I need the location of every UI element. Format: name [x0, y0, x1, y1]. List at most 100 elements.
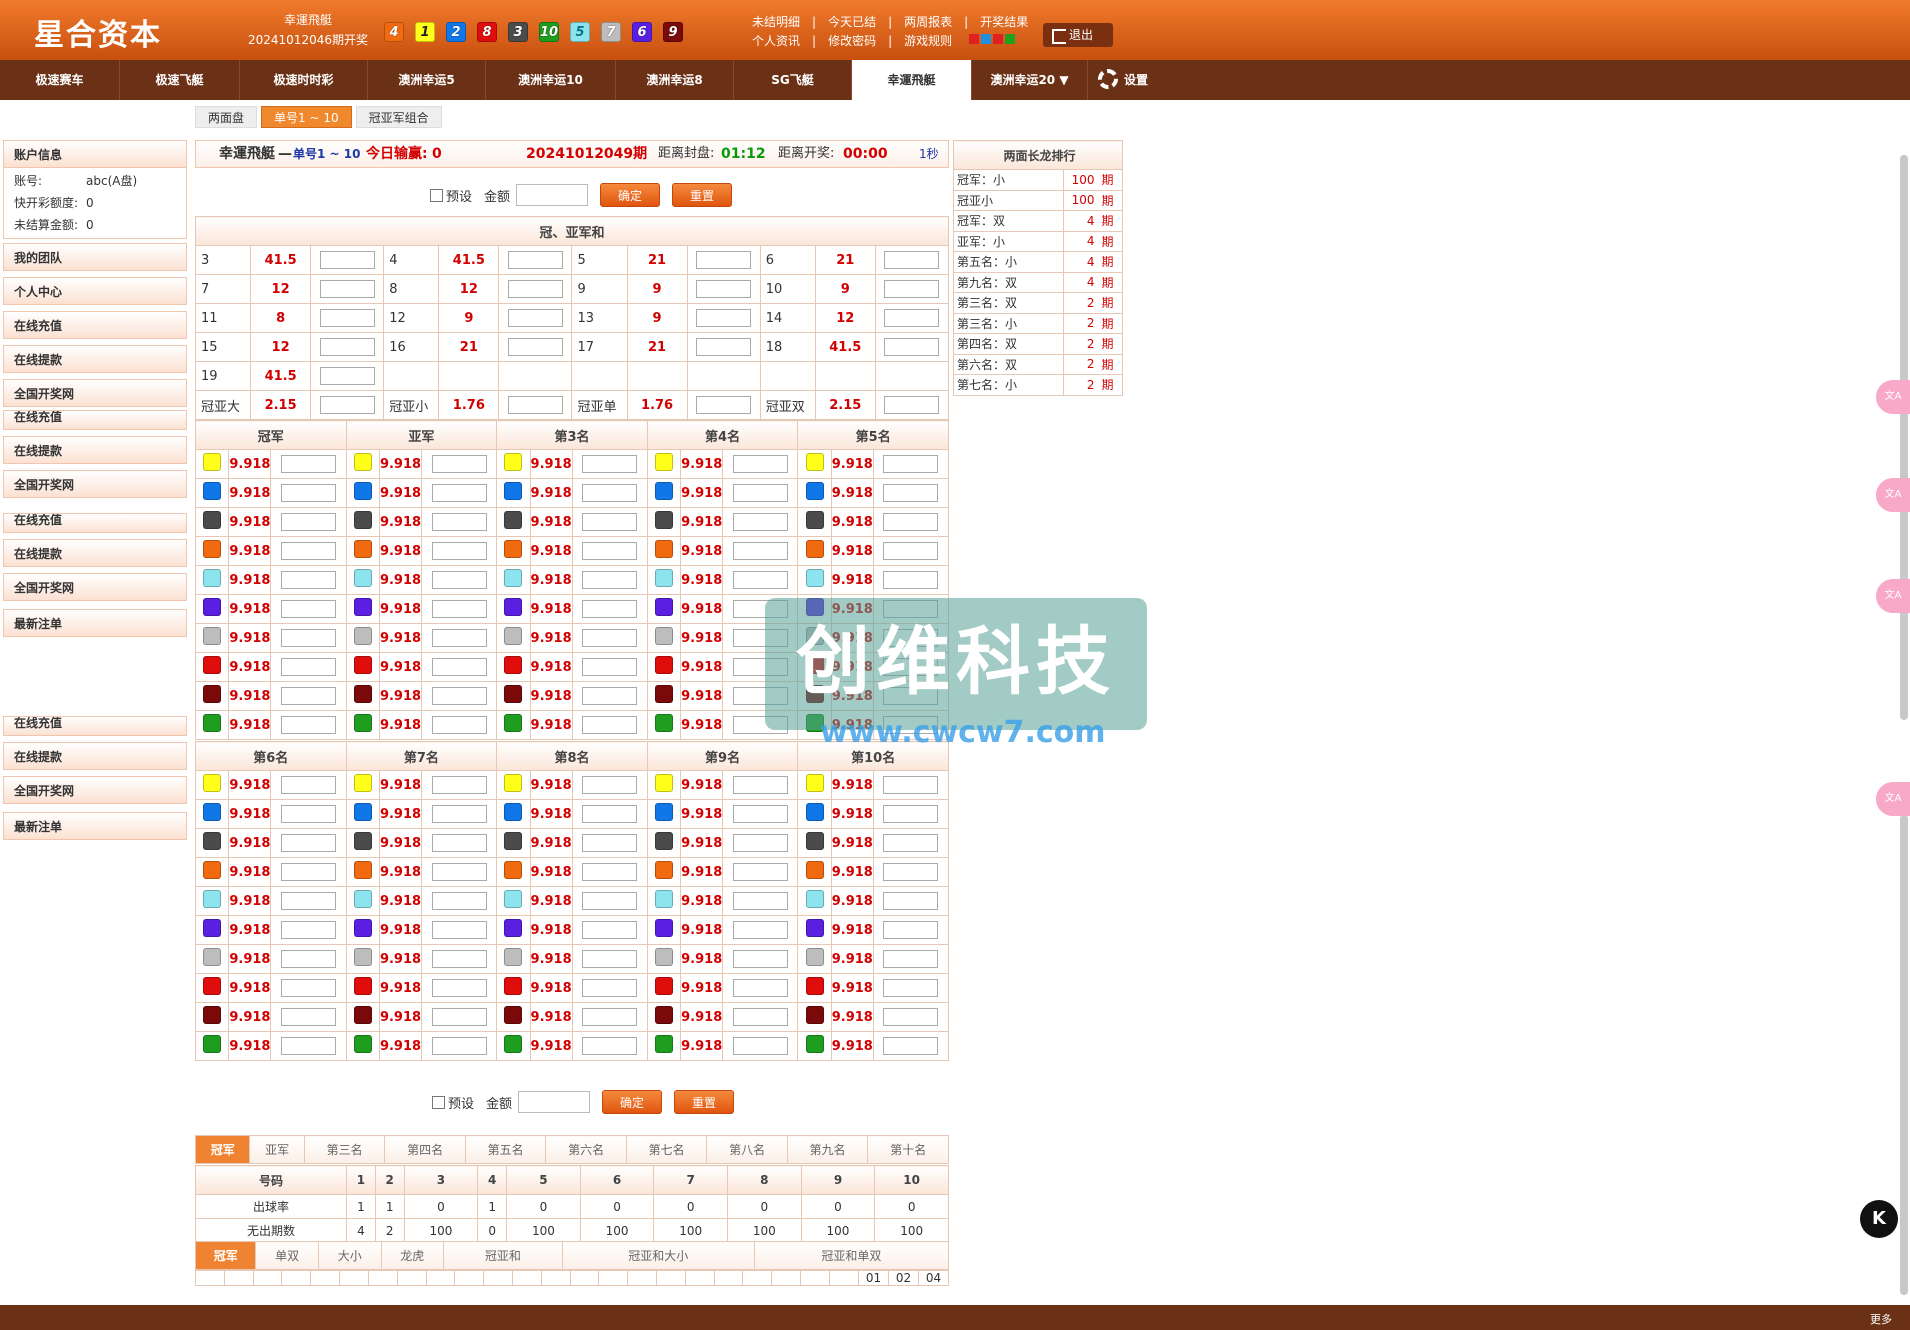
- bet-input[interactable]: [319, 251, 375, 269]
- nav-tab[interactable]: 极速飞艇: [120, 60, 240, 100]
- bet-input[interactable]: [884, 338, 940, 356]
- bet-input[interactable]: [431, 863, 487, 881]
- bet-input[interactable]: [431, 776, 487, 794]
- sidebar-item[interactable]: 在线充值: [3, 513, 187, 533]
- sidebar-item[interactable]: 最新注单: [3, 812, 187, 840]
- sidebar-item[interactable]: 在线充值: [3, 716, 187, 736]
- bet-input[interactable]: [431, 950, 487, 968]
- bet-input[interactable]: [582, 455, 638, 473]
- bet-input[interactable]: [431, 513, 487, 531]
- bet-input[interactable]: [582, 542, 638, 560]
- bet-input[interactable]: [431, 834, 487, 852]
- top-link[interactable]: 修改密码: [828, 32, 876, 51]
- sidebar-item[interactable]: 全国开奖网: [3, 776, 187, 804]
- bet-input[interactable]: [696, 396, 752, 414]
- bet-input[interactable]: [883, 455, 939, 473]
- bet-input[interactable]: [281, 950, 337, 968]
- nav-tab[interactable]: 极速赛车: [0, 60, 120, 100]
- bet-input[interactable]: [431, 629, 487, 647]
- bet-input[interactable]: [431, 921, 487, 939]
- bet-input[interactable]: [732, 513, 788, 531]
- bet-input[interactable]: [582, 571, 638, 589]
- bet-input[interactable]: [319, 338, 375, 356]
- bet-input[interactable]: [281, 629, 337, 647]
- bet-input[interactable]: [732, 1037, 788, 1055]
- bet-input[interactable]: [884, 309, 940, 327]
- sidebar-item[interactable]: 在线提款: [3, 742, 187, 770]
- bet-input[interactable]: [732, 950, 788, 968]
- bet-input[interactable]: [507, 251, 563, 269]
- bet-input[interactable]: [431, 716, 487, 734]
- bet-input[interactable]: [884, 251, 940, 269]
- bet-input[interactable]: [431, 600, 487, 618]
- bet-input[interactable]: [507, 338, 563, 356]
- sidebar-item[interactable]: 在线充值: [3, 311, 187, 339]
- bet-input[interactable]: [582, 513, 638, 531]
- bet-input[interactable]: [431, 571, 487, 589]
- translate-icon[interactable]: 文A: [1876, 782, 1910, 816]
- bet-input[interactable]: [883, 950, 939, 968]
- stats-tab[interactable]: 第六名: [545, 1135, 627, 1164]
- bet-input[interactable]: [883, 542, 939, 560]
- top-link[interactable]: 游戏规则: [904, 32, 952, 51]
- nav-tab[interactable]: 澳洲幸运8: [616, 60, 734, 100]
- bet-input[interactable]: [582, 716, 638, 734]
- bet-input[interactable]: [582, 921, 638, 939]
- bet-input[interactable]: [281, 542, 337, 560]
- stats-type-tab[interactable]: 单双: [255, 1241, 319, 1270]
- bet-input[interactable]: [319, 280, 375, 298]
- bet-input[interactable]: [732, 571, 788, 589]
- translate-icon[interactable]: 文A: [1876, 478, 1910, 512]
- top-link[interactable]: 今天已结: [828, 13, 876, 32]
- bet-input[interactable]: [281, 658, 337, 676]
- sidebar-item[interactable]: 在线提款: [3, 539, 187, 567]
- stats-type-tab[interactable]: 龙虎: [380, 1241, 445, 1270]
- bet-input[interactable]: [319, 309, 375, 327]
- bet-input[interactable]: [281, 921, 337, 939]
- bet-input[interactable]: [431, 542, 487, 560]
- bet-input[interactable]: [883, 1008, 939, 1026]
- stats-type-tab[interactable]: 冠亚和大小: [561, 1241, 755, 1270]
- bet-input[interactable]: [884, 396, 940, 414]
- bet-input[interactable]: [582, 863, 638, 881]
- bet-input[interactable]: [582, 687, 638, 705]
- stats-type-tab[interactable]: 冠军: [194, 1241, 257, 1270]
- bet-input[interactable]: [582, 979, 638, 997]
- stats-tab[interactable]: 第三名: [303, 1135, 386, 1164]
- sidebar-item[interactable]: 最新注单: [3, 609, 187, 637]
- bet-input[interactable]: [732, 979, 788, 997]
- sidebar-item[interactable]: 全国开奖网: [3, 573, 187, 601]
- bet-input[interactable]: [281, 776, 337, 794]
- bet-input[interactable]: [281, 834, 337, 852]
- nav-tab[interactable]: 幸運飛艇: [852, 60, 972, 100]
- stats-tab[interactable]: 第十名: [867, 1135, 949, 1164]
- bet-input[interactable]: [431, 455, 487, 473]
- stats-tab[interactable]: 亚军: [249, 1135, 305, 1164]
- page-scrollbar[interactable]: [1898, 155, 1910, 1295]
- stats-tab[interactable]: 第五名: [464, 1135, 547, 1164]
- bet-input[interactable]: [582, 1037, 638, 1055]
- logout-button[interactable]: 退出: [1043, 23, 1113, 47]
- bet-input[interactable]: [281, 805, 337, 823]
- bet-input[interactable]: [281, 687, 337, 705]
- reset-button[interactable]: 重置: [672, 183, 733, 207]
- bet-input[interactable]: [732, 455, 788, 473]
- bet-input[interactable]: [281, 863, 337, 881]
- bet-input[interactable]: [431, 658, 487, 676]
- preset-checkbox-bottom[interactable]: [432, 1095, 445, 1109]
- bet-input[interactable]: [507, 309, 563, 327]
- bet-input[interactable]: [431, 1008, 487, 1026]
- bet-input[interactable]: [281, 892, 337, 910]
- nav-tab[interactable]: 澳洲幸运20 ▼: [972, 60, 1088, 100]
- confirm-button[interactable]: 确定: [600, 183, 661, 207]
- stats-tab[interactable]: 冠军: [194, 1135, 251, 1164]
- bet-input[interactable]: [582, 834, 638, 852]
- bet-input[interactable]: [582, 805, 638, 823]
- bet-input[interactable]: [319, 396, 375, 414]
- bet-input[interactable]: [582, 1008, 638, 1026]
- bet-input[interactable]: [431, 979, 487, 997]
- bet-input[interactable]: [281, 1037, 337, 1055]
- bet-input[interactable]: [883, 513, 939, 531]
- bet-input[interactable]: [732, 1008, 788, 1026]
- bet-input[interactable]: [507, 396, 563, 414]
